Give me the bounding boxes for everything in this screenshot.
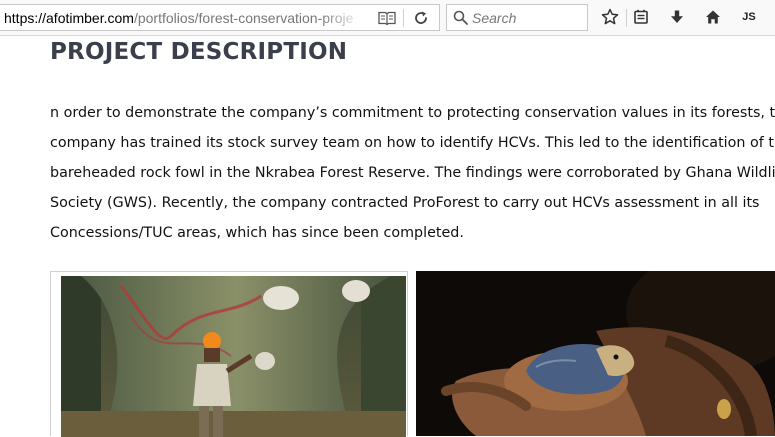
photo-frame — [50, 271, 408, 437]
download-icon[interactable] — [664, 5, 690, 29]
search-bar[interactable] — [446, 4, 588, 31]
page-title: PROJECT DESCRIPTION — [50, 39, 348, 65]
home-icon[interactable] — [700, 5, 726, 29]
photo-bird-chick-in-hands[interactable] — [416, 271, 775, 436]
library-icon[interactable] — [628, 5, 654, 29]
url-text[interactable]: https://afotimber.com/portfolios/forest-… — [4, 10, 362, 26]
url-bar[interactable]: https://afotimber.com/portfolios/forest-… — [0, 4, 440, 31]
photo-worker-by-tree[interactable] — [61, 276, 406, 437]
url-fade — [320, 7, 364, 29]
search-icon — [453, 10, 468, 30]
description-line: Society (GWS). Recently, the company con… — [50, 195, 760, 211]
search-input[interactable] — [472, 8, 584, 27]
reader-view-icon[interactable] — [374, 7, 400, 29]
url-bar-divider — [403, 9, 404, 27]
description-line: Concessions/TUC areas, which has since b… — [50, 225, 464, 241]
photo-gallery — [50, 271, 775, 437]
project-description: n order to demonstrate the company’s com… — [50, 98, 775, 248]
description-line: company has trained its stock survey tea… — [50, 135, 775, 151]
url-host: https://afotimber.com — [4, 10, 134, 26]
page-content: PROJECT DESCRIPTION n order to demonstra… — [0, 36, 775, 437]
browser-toolbar: https://afotimber.com/portfolios/forest-… — [0, 0, 775, 36]
reload-icon[interactable] — [408, 7, 434, 29]
toolbar-divider — [626, 9, 627, 27]
bookmark-star-icon[interactable] — [597, 5, 623, 29]
description-line: bareheaded rock fowl in the Nkrabea Fore… — [50, 165, 775, 181]
description-line: n order to demonstrate the company’s com… — [50, 105, 775, 121]
account-button[interactable]: JS — [734, 5, 764, 29]
